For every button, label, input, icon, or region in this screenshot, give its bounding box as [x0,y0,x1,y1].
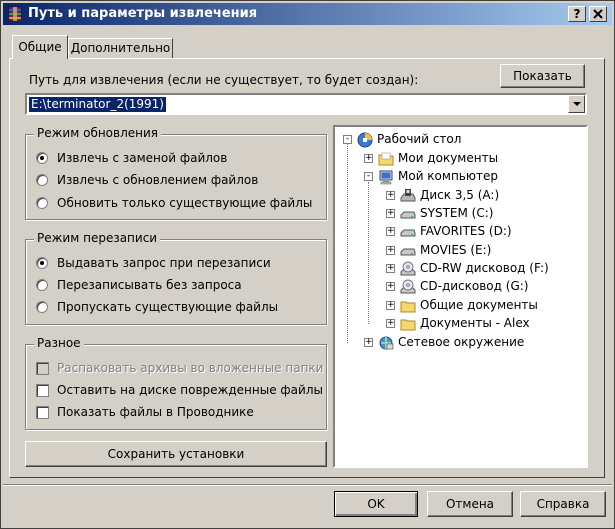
folder-icon [400,301,416,313]
expand-icon[interactable]: + [364,338,373,347]
desktop-icon [357,132,373,148]
folder-icon [378,152,394,166]
path-combobox[interactable]: E:\terminator_2(1991) [25,93,587,115]
path-value[interactable]: E:\terminator_2(1991) [29,97,166,112]
tree-node-label: Мои документы [398,151,499,165]
update-mode-group: Режим обновления Извлечь с заменой файло… [25,126,327,220]
radio-button[interactable] [36,257,48,269]
save-settings-button[interactable]: Сохранить установки [25,441,327,467]
expand-icon[interactable]: + [386,319,395,328]
tree-node-label: FAVORITES (D:) [420,224,512,238]
update-mode-title: Режим обновления [34,126,162,140]
misc-title: Разное [34,336,84,350]
path-label: Путь для извлечения (если не существует,… [29,73,419,87]
close-title-button[interactable] [589,6,607,22]
checkbox [36,362,49,375]
expand-icon[interactable]: + [386,282,395,291]
tree-node-label: Общие документы [420,298,538,312]
expand-icon[interactable]: + [386,191,395,200]
collapse-icon[interactable]: - [343,135,352,144]
expand-icon[interactable]: + [386,209,395,218]
expand-icon[interactable]: + [386,227,395,236]
tab-general[interactable]: Общие [12,35,68,59]
hard-drive-icon [400,248,416,256]
overwrite-mode-group: Режим перезаписи Выдавать запрос при пер… [25,231,327,325]
tab-advanced-label: Дополнительно [70,41,171,55]
show-button[interactable]: Показать [500,64,585,88]
cd-drive-icon [400,279,416,294]
tree-node-label: Рабочий стол [377,132,462,146]
tree-node-label: SYSTEM (C:) [420,206,494,220]
radio-button[interactable] [36,301,48,313]
tree-node-label: CD-дисковод (G:) [420,279,529,293]
tree-node-label: Сетевое окружение [398,335,525,349]
expand-icon[interactable]: + [364,154,373,163]
hard-drive-icon [400,211,416,219]
tab-general-label: Общие [18,40,62,54]
expand-icon[interactable]: + [386,264,395,273]
computer-icon [379,170,393,185]
folder-tree[interactable]: - Рабочий стол + Мои документы - Мой ком… [333,125,588,468]
tree-node-label: Диск 3,5 (A:) [420,188,500,202]
chevron-down-icon [573,102,581,106]
cancel-button[interactable]: Отмена [427,491,513,517]
radio-button[interactable] [36,279,48,291]
help-title-button[interactable]: ? [568,6,586,22]
network-icon [379,336,394,350]
radio-button[interactable] [36,174,48,186]
checkbox[interactable] [36,384,49,397]
path-dropdown-button[interactable] [568,95,585,113]
folder-icon [400,319,416,331]
overwrite-mode-title: Режим перезаписи [34,231,161,245]
help-button[interactable]: Справка [520,491,606,517]
close-icon [593,9,603,19]
floppy-icon [400,189,416,202]
tree-node-label: Документы - Alex [420,316,530,330]
radio-button[interactable] [36,152,48,164]
misc-group: Разное Распаковать архивы во вложенные п… [25,336,327,430]
window-title: Путь и параметры извлечения [28,6,258,21]
extraction-dialog: Путь и параметры извлечения ? Общие Допо… [0,0,615,529]
title-bar[interactable]: Путь и параметры извлечения ? [3,3,612,25]
checkbox[interactable] [36,406,49,419]
winrar-icon [8,6,22,22]
tree-node-label: Мой компьютер [398,169,498,183]
collapse-icon[interactable]: - [364,172,373,181]
ok-button[interactable]: OK [334,491,418,517]
cd-drive-icon [400,261,416,276]
radio-button[interactable] [36,197,48,209]
tree-node-label: MOVIES (E:) [420,243,492,257]
hard-drive-icon [400,229,416,237]
tree-line [347,144,348,343]
tree-line [368,182,369,324]
footer-separator [3,484,612,486]
expand-icon[interactable]: + [386,301,395,310]
tab-advanced[interactable]: Дополнительно [68,38,173,58]
tree-node-label: CD-RW дисковод (F:) [420,261,549,275]
expand-icon[interactable]: + [386,246,395,255]
